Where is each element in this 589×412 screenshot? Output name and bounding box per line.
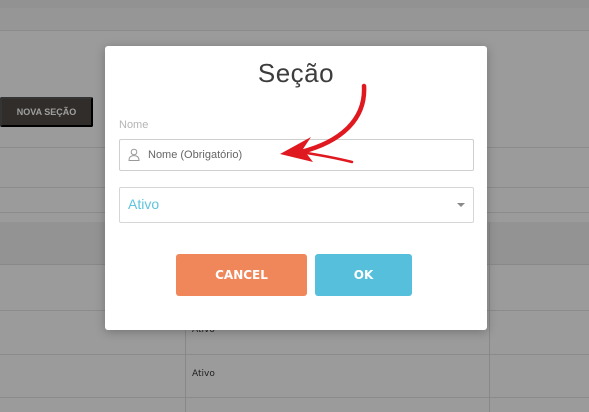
chevron-down-icon[interactable] [457, 203, 465, 207]
name-label: Nome [119, 119, 149, 131]
name-input[interactable] [148, 140, 466, 170]
status-select-value: Ativo [128, 196, 160, 212]
name-field[interactable] [119, 139, 474, 171]
dialog-title: Seção [257, 58, 335, 88]
status-select[interactable]: Ativo [119, 187, 474, 223]
ok-button[interactable]: OK [315, 254, 412, 296]
user-icon [128, 148, 140, 161]
cancel-button[interactable]: CANCEL [176, 254, 307, 296]
section-dialog: Seção Nome Ativo CANCEL OK [105, 46, 487, 330]
